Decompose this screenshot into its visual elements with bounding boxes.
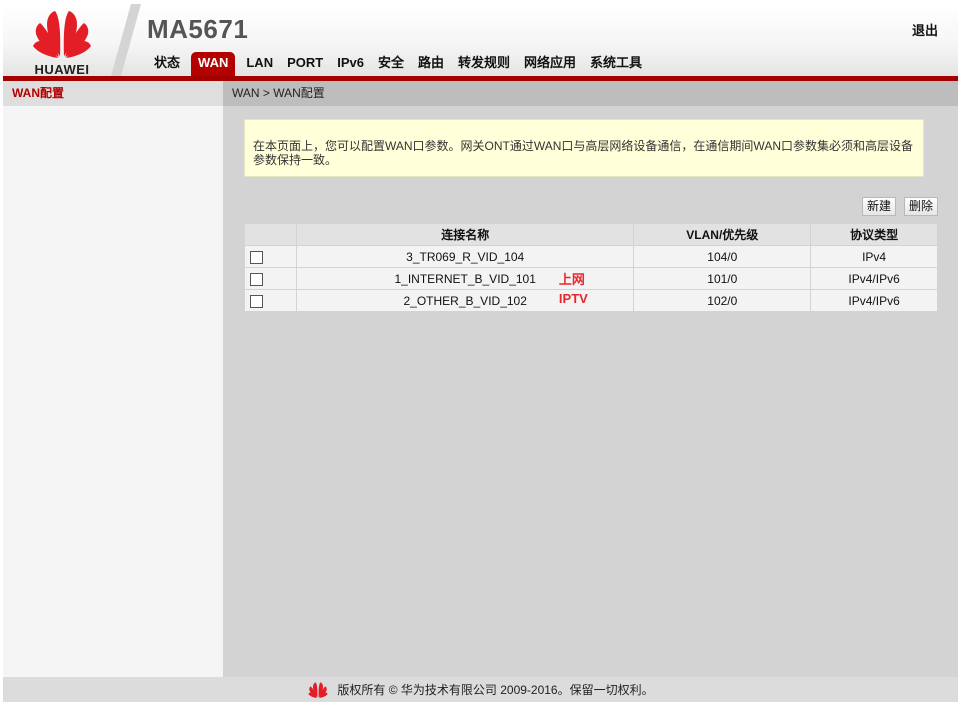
sidebar: WAN配置 — [3, 81, 223, 677]
connection-name-cell: 3_TR069_R_VID_104 — [295, 245, 635, 268]
notice-text: 在本页面上，您可以配置WAN口参数。网关ONT通过WAN口与高层网络设备通信，在… — [253, 139, 913, 167]
footer: 版权所有 © 华为技术有限公司 2009-2016。保留一切权利。 — [3, 677, 958, 702]
delete-button[interactable]: 删除 — [903, 197, 938, 216]
connection-name-cell: 2_OTHER_B_VID_102 IPTV — [295, 289, 635, 312]
table-row[interactable]: 3_TR069_R_VID_104 104/0 IPv4 — [244, 245, 938, 268]
table-actions: 新建 删除 — [861, 197, 938, 216]
table-row[interactable]: 1_INTERNET_B_VID_101 上网 101/0 IPv4/IPv6 — [244, 267, 938, 290]
brand-name: HUAWEI — [34, 62, 90, 77]
protocol-cell: IPv4 — [810, 245, 938, 268]
nav-tab-system-tools[interactable]: 系统工具 — [583, 52, 649, 76]
row-annotation: 上网 — [558, 272, 585, 287]
app-frame: HUAWEI MA5671 退出 状态 WAN LAN PORT IPv6 安全… — [3, 4, 958, 702]
logout-link[interactable]: 退出 — [912, 20, 938, 39]
connection-name: 3_TR069_R_VID_104 — [406, 249, 525, 264]
info-notice: 在本页面上，您可以配置WAN口参数。网关ONT通过WAN口与高层网络设备通信，在… — [244, 119, 924, 177]
connection-name: 1_INTERNET_B_VID_101 — [394, 271, 536, 286]
row-checkbox[interactable] — [250, 250, 263, 264]
row-annotation: IPTV — [558, 291, 588, 306]
breadcrumb: WAN > WAN配置 — [223, 81, 958, 106]
vlan-cell: 104/0 — [633, 245, 812, 268]
nav-tab-wan[interactable]: WAN — [191, 52, 236, 76]
nav-tab-lan[interactable]: LAN — [239, 52, 280, 76]
header-divider — [111, 4, 141, 76]
nav-tab-route[interactable]: 路由 — [411, 52, 451, 76]
header-protocol-type: 协议类型 — [810, 223, 938, 246]
sidebar-item-wan-config[interactable]: WAN配置 — [3, 81, 223, 106]
new-button[interactable]: 新建 — [861, 197, 896, 216]
connection-name: 2_OTHER_B_VID_102 — [403, 293, 527, 308]
vlan-cell: 101/0 — [633, 267, 812, 290]
nav-tab-forwarding-rules[interactable]: 转发规则 — [451, 52, 517, 76]
main-content: WAN > WAN配置 在本页面上，您可以配置WAN口参数。网关ONT通过WAN… — [223, 81, 958, 677]
row-select-cell — [244, 289, 297, 312]
protocol-cell: IPv4/IPv6 — [810, 289, 938, 312]
device-title: MA5671 — [147, 14, 249, 44]
row-select-cell — [244, 267, 297, 290]
nav-tab-network-apps[interactable]: 网络应用 — [517, 52, 583, 76]
connection-name-cell: 1_INTERNET_B_VID_101 上网 — [295, 267, 635, 290]
huawei-flower-icon — [33, 11, 91, 58]
vlan-cell: 102/0 — [633, 289, 812, 312]
header-select — [244, 223, 297, 246]
copyright-text: 版权所有 © 华为技术有限公司 2009-2016。保留一切权利。 — [337, 683, 654, 697]
nav-tab-status[interactable]: 状态 — [147, 52, 187, 76]
huawei-flower-icon — [308, 681, 329, 698]
header: HUAWEI MA5671 退出 状态 WAN LAN PORT IPv6 安全… — [3, 4, 958, 77]
header-vlan-priority: VLAN/优先级 — [633, 223, 812, 246]
row-select-cell — [244, 245, 297, 268]
table-header-row: 连接名称 VLAN/优先级 协议类型 — [244, 223, 938, 246]
header-connection-name: 连接名称 — [295, 223, 635, 246]
main-nav: 状态 WAN LAN PORT IPv6 安全 路由 转发规则 网络应用 系统工… — [147, 52, 649, 76]
nav-tab-security[interactable]: 安全 — [371, 52, 411, 76]
nav-tab-ipv6[interactable]: IPv6 — [330, 52, 371, 76]
wan-connections-table: 连接名称 VLAN/优先级 协议类型 3_TR069_R_VID_104 104… — [244, 223, 938, 312]
table-row[interactable]: 2_OTHER_B_VID_102 IPTV 102/0 IPv4/IPv6 — [244, 289, 938, 312]
protocol-cell: IPv4/IPv6 — [810, 267, 938, 290]
nav-tab-port[interactable]: PORT — [280, 52, 330, 76]
huawei-logo: HUAWEI — [27, 10, 97, 77]
row-checkbox[interactable] — [250, 272, 263, 286]
row-checkbox[interactable] — [250, 294, 263, 308]
